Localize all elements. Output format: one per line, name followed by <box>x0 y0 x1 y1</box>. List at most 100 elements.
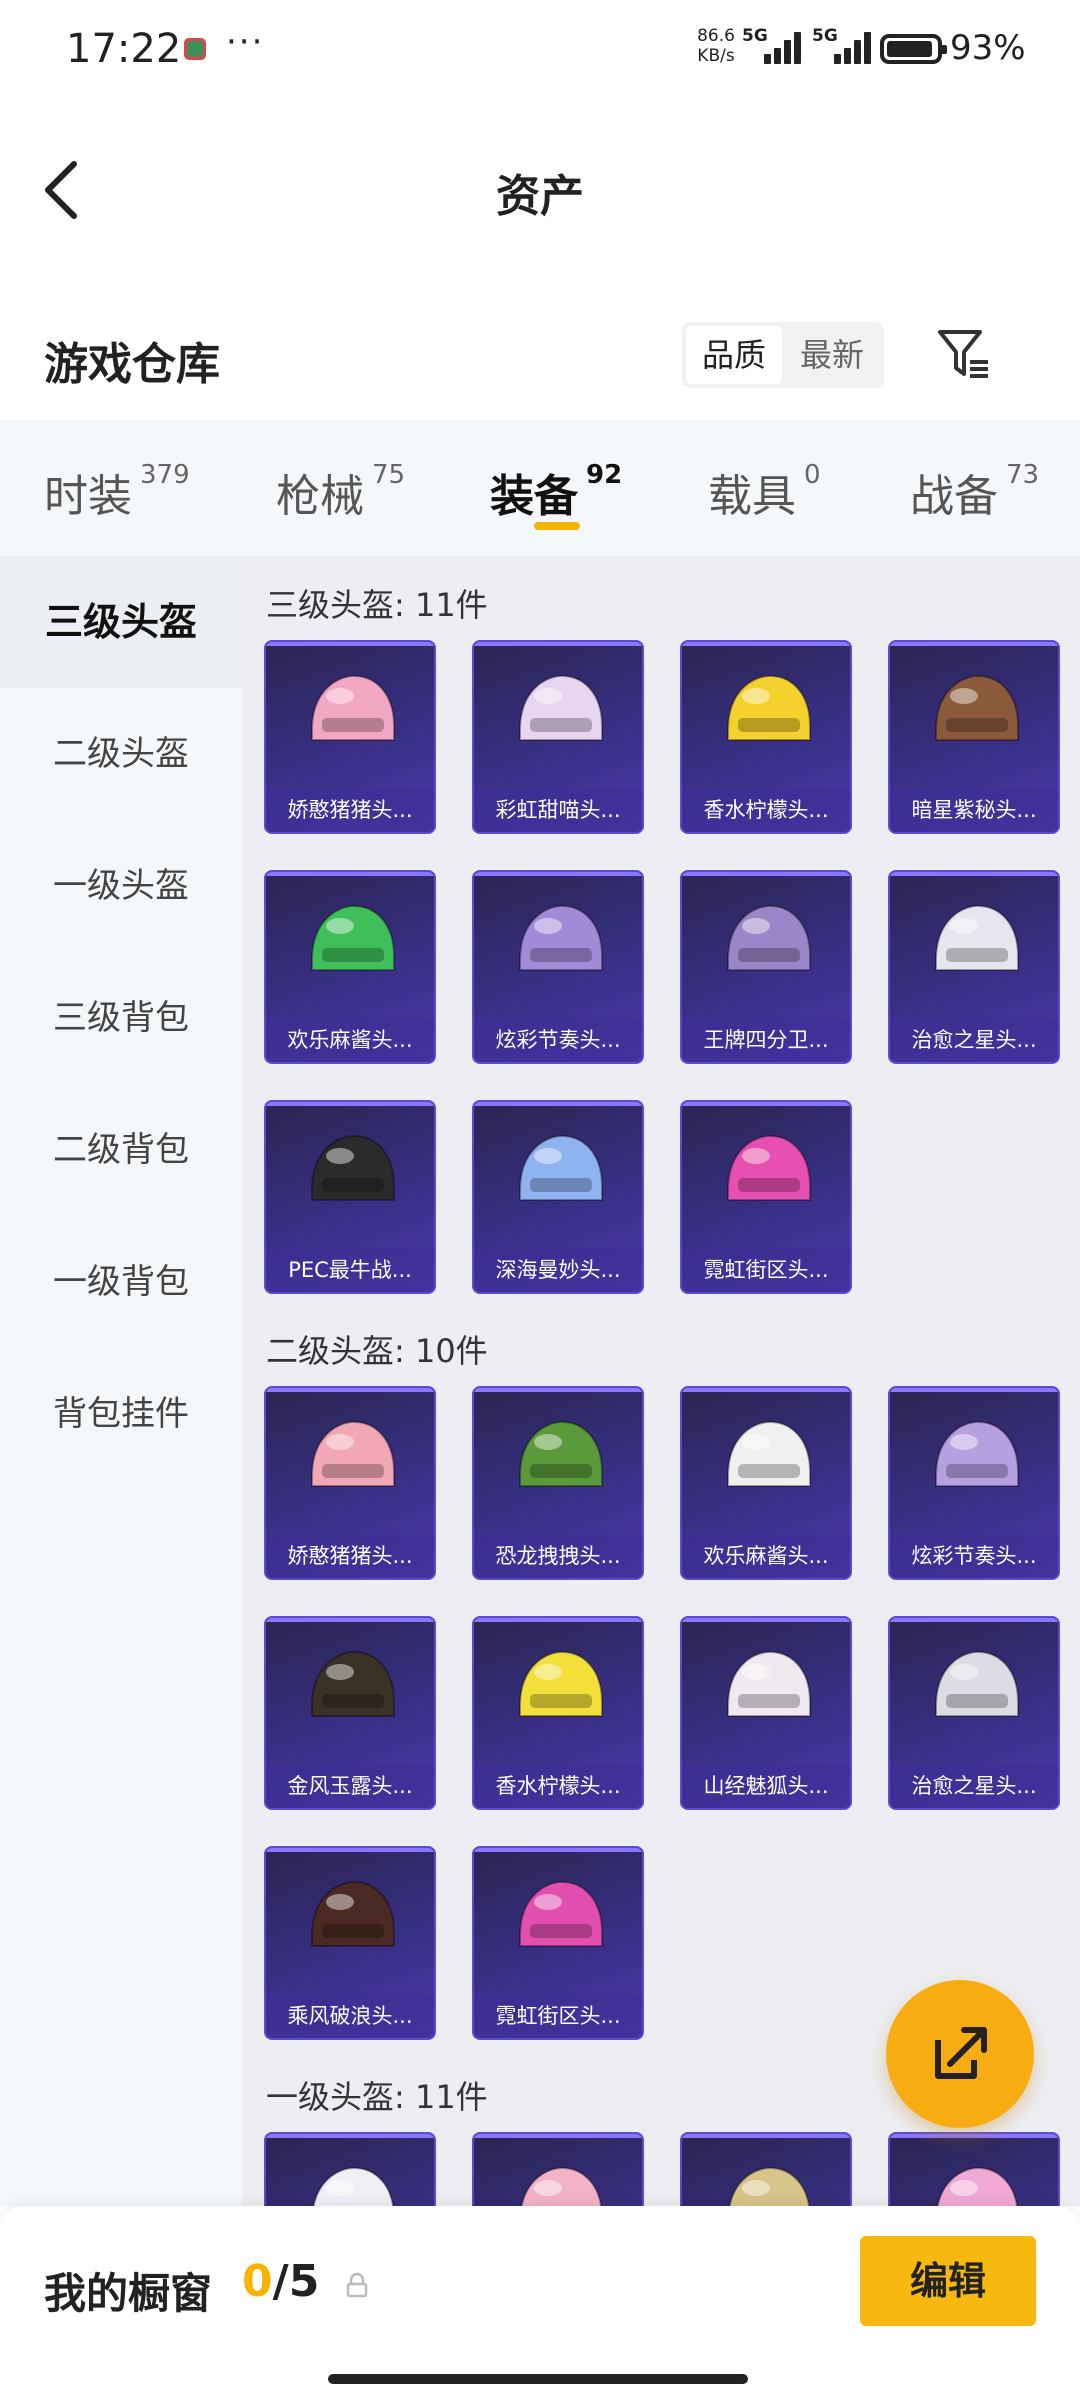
item-card[interactable]: 炫彩节奏头... <box>888 1386 1060 1580</box>
item-name: 治愈之星头... <box>890 1764 1058 1808</box>
tab-label: 枪械 <box>276 471 364 522</box>
item-name: 欢乐麻酱头... <box>682 1534 850 1578</box>
network-speed-unit: KB/s <box>697 46 735 66</box>
item-grid-area: 三级头盔: 11件 二级头盔: 10件 一级头盔: 11件 娇憨猪猪头... 彩虹… <box>242 556 1080 2206</box>
tab-label: 战备 <box>910 471 998 522</box>
tab-count: 0 <box>804 459 821 490</box>
item-name: 暗星紫秘头... <box>890 788 1058 832</box>
item-name: 治愈之星头... <box>890 1018 1058 1062</box>
item-name: 娇憨猪猪头... <box>266 788 434 832</box>
item-card[interactable]: 山经魅狐头... <box>680 1616 852 1810</box>
item-card[interactable]: 霓虹街区头... <box>472 1846 644 2040</box>
side-nav: 三级头盔 二级头盔 一级头盔 三级背包 二级背包 一级背包 背包挂件 <box>0 556 242 2206</box>
filter-button[interactable] <box>934 324 994 384</box>
side-item-level2-backpack[interactable]: 二级背包 <box>0 1084 242 1216</box>
signal-type-label: 5G <box>742 26 768 46</box>
tab-vehicles[interactable]: 载具 0 <box>708 460 821 550</box>
item-card[interactable]: 欢乐麻酱头... <box>680 1386 852 1580</box>
showcase-total: /5 <box>272 2256 320 2307</box>
tab-supplies[interactable]: 战备 73 <box>910 460 1039 550</box>
tab-equipment[interactable]: 装备 92 <box>490 460 622 550</box>
status-bar: 17:22 ··· 86.6 KB/s 5G 5G 93% <box>0 0 1080 100</box>
item-name: 香水柠檬头... <box>474 1764 642 1808</box>
showcase-current: 0 <box>242 2256 273 2307</box>
rhythm-helmet-icon <box>935 1420 1019 1487</box>
item-card[interactable]: 香水柠檬头... <box>472 1616 644 1810</box>
item-card[interactable]: 深海曼妙头... <box>472 1100 644 1294</box>
mahjong-helmet-icon <box>311 904 395 971</box>
page-title: 资产 <box>496 171 584 222</box>
item-card[interactable]: 治愈之星头... <box>888 870 1060 1064</box>
item-card[interactable]: 欢乐麻酱头... <box>264 870 436 1064</box>
item-name: 霓虹街区头... <box>474 1994 642 2038</box>
item-card[interactable]: 娇憨猪猪头... <box>264 640 436 834</box>
item-card[interactable]: 金风玉露头... <box>264 1616 436 1810</box>
pink-pig-helmet-icon <box>311 1420 395 1487</box>
item-card[interactable]: 娇憨猪猪头... <box>264 1386 436 1580</box>
item-name: 炫彩节奏头... <box>474 1018 642 1062</box>
active-tab-indicator <box>534 522 580 530</box>
item-card[interactable]: 炫彩节奏头... <box>472 870 644 1064</box>
item-name: 恐龙拽拽头... <box>474 1534 642 1578</box>
app-notification-icon <box>184 38 206 60</box>
item-card[interactable]: 霓虹街区头... <box>680 1100 852 1294</box>
side-item-level1-backpack[interactable]: 一级背包 <box>0 1216 242 1348</box>
item-card[interactable]: 乘风破浪头... <box>264 1846 436 2040</box>
pec-cow-helmet-icon <box>311 1134 395 1201</box>
tab-label: 时装 <box>44 471 132 522</box>
item-card[interactable]: 香水柠檬头... <box>680 640 852 834</box>
side-item-level2-helmet[interactable]: 二级头盔 <box>0 688 242 820</box>
sort-toggle: 品质 最新 <box>682 322 884 388</box>
item-card[interactable]: 恐龙拽拽头... <box>472 1386 644 1580</box>
item-name: 香水柠檬头... <box>682 788 850 832</box>
item-card[interactable]: 治愈之星头... <box>888 1616 1060 1810</box>
side-item-level1-helmet[interactable]: 一级头盔 <box>0 820 242 952</box>
lemon-helmet-icon <box>727 674 811 741</box>
more-notifications-icon: ··· <box>226 22 265 62</box>
signal-type-label-2: 5G <box>812 26 838 46</box>
tab-count: 379 <box>140 459 190 490</box>
side-item-level3-helmet[interactable]: 三级头盔 <box>0 556 242 688</box>
quarterback-helmet-icon <box>727 904 811 971</box>
item-name: 欢乐麻酱头... <box>266 1018 434 1062</box>
home-indicator[interactable] <box>328 2374 748 2384</box>
battery-icon <box>880 34 947 64</box>
item-card[interactable]: PEC最牛战... <box>264 1100 436 1294</box>
tab-weapons[interactable]: 枪械 75 <box>276 460 405 550</box>
item-card[interactable]: 彩虹甜喵头... <box>472 640 644 834</box>
pink-pig-helmet-icon <box>311 674 395 741</box>
lock-icon <box>346 2272 368 2298</box>
side-item-backpack-charm[interactable]: 背包挂件 <box>0 1348 242 1480</box>
tab-label: 装备 <box>490 471 578 522</box>
pink-helmet-icon <box>936 2166 1018 2206</box>
item-card[interactable] <box>264 2132 436 2206</box>
item-name: 金风玉露头... <box>266 1764 434 1808</box>
tab-fashion[interactable]: 时装 379 <box>44 460 190 550</box>
sort-by-newest-button[interactable]: 最新 <box>784 326 880 384</box>
item-card[interactable]: 暗星紫秘头... <box>888 640 1060 834</box>
tab-count: 73 <box>1006 459 1040 490</box>
share-button[interactable] <box>886 1980 1034 2128</box>
section-title-level2-helmet: 二级头盔: 10件 <box>266 1332 488 1370</box>
gold-helmet-icon <box>728 2166 810 2206</box>
rainbow-cat-helmet-icon <box>519 674 603 741</box>
side-item-level3-backpack[interactable]: 三级背包 <box>0 952 242 1084</box>
showcase-label: 我的橱窗 <box>44 2269 213 2318</box>
lemon-helmet-icon <box>519 1650 603 1717</box>
dinosaur-helmet-icon <box>519 1420 603 1487</box>
neon-street-helmet-icon <box>519 1880 603 1947</box>
tab-count: 92 <box>586 459 623 490</box>
tab-count: 75 <box>372 459 406 490</box>
item-card[interactable] <box>472 2132 644 2206</box>
sort-by-quality-button[interactable]: 品质 <box>686 326 782 384</box>
edit-button[interactable]: 编辑 <box>860 2236 1036 2326</box>
item-name: 霓虹街区头... <box>682 1248 850 1292</box>
section-title-level1-helmet: 一级头盔: 11件 <box>266 2078 488 2116</box>
item-name: 深海曼妙头... <box>474 1248 642 1292</box>
item-name: 山经魅狐头... <box>682 1764 850 1808</box>
network-speed: 86.6 KB/s <box>694 26 738 66</box>
item-card[interactable] <box>888 2132 1060 2206</box>
healing-star-helmet-icon <box>935 904 1019 971</box>
item-card[interactable]: 王牌四分卫... <box>680 870 852 1064</box>
item-card[interactable] <box>680 2132 852 2206</box>
